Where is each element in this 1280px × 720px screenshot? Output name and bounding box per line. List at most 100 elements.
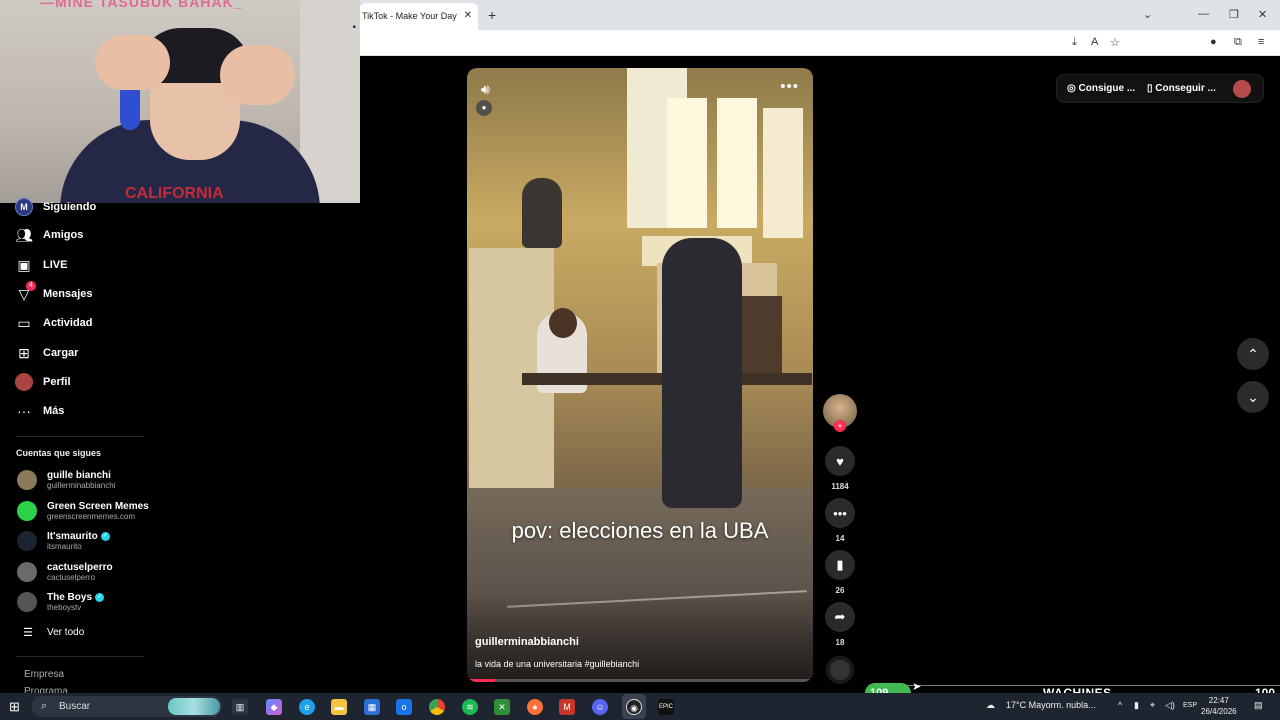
tab-close-icon[interactable]: ✕ [464,10,472,21]
windows-start-icon[interactable]: ⊞ [9,699,20,715]
tray-chevron-icon[interactable]: ^ [1118,700,1122,710]
menu-icon[interactable]: ≡ [1258,36,1264,48]
clock-time: 22:47 [1208,696,1229,705]
like-action[interactable]: ♥ 1184 [825,446,855,491]
chrome-icon[interactable] [429,699,445,715]
account-name-row: The Boys ✓ [47,592,105,603]
clock-date: 26/4/2026 [1201,707,1237,716]
sidebar-item-messages[interactable]: ▽ 4 Mensajes [14,281,93,305]
list-item[interactable]: Green Screen Memes greenscreenmemes.com [17,498,149,524]
taskbar-clock[interactable]: 22:47 26/4/2026 [1201,695,1237,717]
more-dots-icon: ··· [17,403,31,419]
more-options-icon[interactable]: ••• [780,78,799,95]
sidebar-item-label: Actividad [43,317,93,329]
list-item[interactable]: cactuselperro cactuselperro [17,559,113,585]
video-player[interactable]: 🔊︎ ● ••• pov: elecciones en la UBA guill… [467,68,813,682]
get-app-button[interactable]: ▯ Conseguir ... [1147,83,1216,94]
file-explorer-icon[interactable]: ▬ [331,699,347,715]
share-action[interactable]: ➦ 18 [825,602,855,647]
see-all-button[interactable]: ☰ Ver todo [18,621,84,643]
sidebar-item-following[interactable]: M Siguiendo [14,196,96,218]
heart-icon[interactable]: ♥ [825,446,855,476]
chevron-up-icon: ⌃ [1247,345,1259,362]
list-item[interactable]: It'smaurito ✓ itsmaurito [17,528,110,554]
browser-tab[interactable]: TikTok - Make Your Day ✕ [360,3,478,30]
upload-icon: ⊞ [18,344,30,361]
gmail-icon[interactable]: M [559,699,575,715]
comment-icon[interactable]: ••• [825,498,855,528]
store-icon[interactable]: ▦ [364,699,380,715]
avatar[interactable] [1233,80,1251,98]
new-tab-button[interactable]: + [488,7,496,23]
edge-icon[interactable]: e [299,699,315,715]
sidebar-item-friends[interactable]: 👥︎ Amigos [14,224,83,246]
bookmark-star-icon[interactable]: ☆ [1110,36,1120,49]
account-handle: greenscreenmemes.com [47,512,136,521]
sidebar-item-label: Amigos [43,229,84,241]
webcam-hand-left [95,35,170,90]
outlook-icon[interactable]: o [396,699,412,715]
notifications-icon[interactable]: ▤ [1254,700,1263,711]
video-window [717,98,757,228]
discord-icon[interactable]: ☺ [592,699,608,715]
previous-video-button[interactable]: ⌃ [1237,338,1269,370]
extensions-icon[interactable]: ⧉ [1234,36,1242,49]
video-description: la vida de una universitaria #guillebian… [475,659,640,669]
language-indicator[interactable]: ESP [1183,702,1197,709]
sidebar-item-label: Más [43,405,65,417]
sidebar-item-activity[interactable]: ▭ Actividad [14,312,93,334]
music-disc-icon[interactable] [826,656,854,684]
microphone-icon[interactable]: ▮ [1134,700,1139,711]
sidebar-item-upload[interactable]: ⊞ Cargar [14,342,78,364]
minimize-button[interactable]: — [1198,8,1209,20]
next-video-button[interactable]: ⌄ [1237,381,1269,413]
share-icon[interactable]: ➦ [825,602,855,632]
sidebar-item-more[interactable]: ··· Más [14,400,64,422]
weather-icon[interactable]: ☁ [986,700,995,711]
tab-search-icon[interactable]: ⌄ [1143,8,1152,21]
sound-icon[interactable]: 🔊︎ [481,81,490,98]
translate-icon[interactable]: A [1091,36,1098,48]
volume-icon[interactable]: ◁) [1165,700,1175,711]
list-item[interactable]: guille bianchi guillerminabbianchi [17,467,115,493]
tab-title: TikTok - Make Your Day [362,11,457,21]
weather-text[interactable]: 17°C Mayorm. nubla... [1006,700,1096,710]
profile-icon[interactable]: ● [1210,36,1217,48]
footer-link-program[interactable]: Programa [24,686,68,693]
follow-plus-icon[interactable]: + [834,420,846,432]
get-coins-button[interactable]: ◎ Consigue ... [1067,83,1135,94]
comment-action[interactable]: ••• 14 [825,498,855,543]
list-item[interactable]: The Boys ✓ theboystv [17,589,105,615]
video-window [763,108,803,238]
taskbar-search[interactable]: ⌕ Buscar [32,696,222,717]
maximize-button[interactable]: ❐ [1229,8,1239,21]
video-progress-fill [467,679,495,682]
install-icon[interactable]: ⤓ [1072,36,1077,49]
pin-icon[interactable]: ● [476,100,492,116]
copilot-icon[interactable]: ◆ [266,699,282,715]
task-view-icon[interactable]: ▥ [232,699,248,715]
bookmark-icon[interactable]: ▮ [825,550,855,580]
sidebar-item-label: Mensajes [43,288,93,300]
video-progress-bar[interactable] [467,679,813,682]
address-bar[interactable]: ⤓ A ☆ ● ⧉ ≡ [360,30,1280,56]
avatar: M [15,198,33,216]
network-icon[interactable]: ⌖ [1150,700,1155,711]
save-action[interactable]: ▮ 26 [825,550,855,595]
footer-link-company[interactable]: Empresa [24,669,64,680]
see-all-label: Ver todo [47,626,85,638]
close-window-button[interactable]: ✕ [1258,8,1267,21]
obs-icon[interactable]: ◉ [626,699,642,715]
sidebar: M Siguiendo 👥︎ Amigos ▣ LIVE ▽ 4 Mensajes… [0,198,155,693]
firefox-icon[interactable]: ● [527,699,543,715]
webcam-hoodie-logo: CALIFORNIA [125,185,224,202]
spotify-icon[interactable]: ≋ [462,699,478,715]
taskbar: ⊞ ⌕ Buscar ▥ ◆ e ▬ ▦ o ≋ ✕ ● M ☺ ◉ EPIC … [0,693,1280,720]
account-name-row: It'smaurito ✓ [47,531,110,542]
video-author[interactable]: guillerminabbianchi [475,636,579,648]
xbox-icon[interactable]: ✕ [494,699,510,715]
epic-games-icon[interactable]: EPIC [658,699,674,715]
sidebar-item-profile[interactable]: Perfil [14,371,71,393]
sidebar-item-label: Perfil [43,376,71,388]
sidebar-item-live[interactable]: ▣ LIVE [14,254,67,276]
